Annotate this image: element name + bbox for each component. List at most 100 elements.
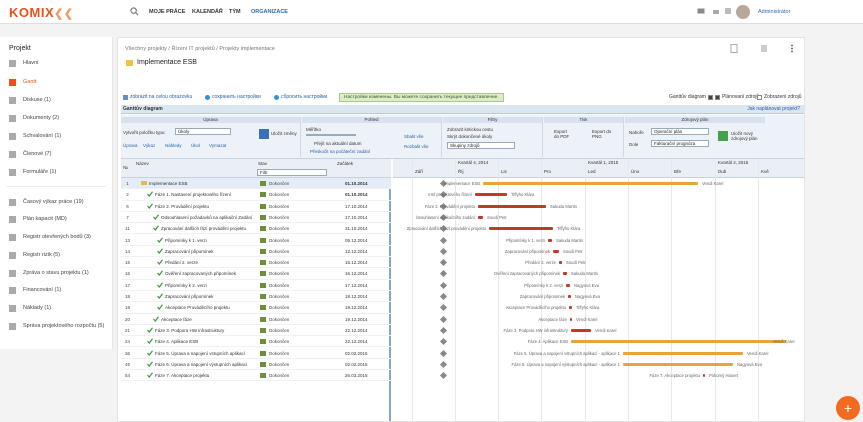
sidebar-item-5[interactable]: Členové (7) — [9, 148, 109, 160]
task-bar[interactable] — [703, 374, 705, 378]
sidebar-item-8[interactable]: Plán kapacit (MD) — [9, 213, 109, 225]
sidebar-item-6[interactable]: Formuláře (1) — [9, 166, 109, 178]
task-type-select[interactable]: Úkoly — [175, 128, 231, 135]
sidebar-item-2[interactable]: Diskuse (1) — [9, 94, 109, 106]
gantt-checkbox[interactable]: Ganttův diagram — [669, 94, 715, 100]
table-row[interactable]: 1 Implementace ESB Dokončen 01.10.2014 — [121, 178, 391, 190]
task-bar[interactable] — [570, 317, 572, 321]
sidebar-item-7[interactable]: Časový výkaz práce (19) — [9, 196, 109, 208]
delete-action[interactable]: Vymazat — [209, 143, 226, 148]
settings-icon[interactable] — [724, 7, 732, 15]
save-icon[interactable] — [259, 129, 269, 139]
task-name[interactable]: Fáze 2. Provádění projektu — [155, 204, 255, 209]
export-pdf[interactable]: Export do PDF — [554, 129, 572, 139]
task-bar[interactable] — [623, 362, 733, 366]
new-plan-button[interactable]: Uložit nový zdrojový plán — [731, 131, 761, 141]
table-row[interactable]: 2 Fáze 1. Nastavení projektového řízení Do… — [121, 189, 391, 201]
task-name[interactable]: Odsouhlasení požadavků na aplikační Zadá… — [161, 215, 255, 220]
col-name[interactable]: Název — [136, 161, 149, 166]
sidebar-item-12[interactable]: Financování (1) — [9, 284, 109, 296]
zoom-slider[interactable] — [306, 134, 356, 136]
task-bar[interactable] — [563, 272, 567, 276]
bottom-plan-select[interactable]: Fakturační prognóza — [651, 140, 709, 147]
table-row[interactable]: 7 Odsouhlasení požadavků na aplikační Zad… — [121, 212, 391, 224]
task-name[interactable]: Připomínky k 1. verzi — [165, 238, 255, 243]
table-row[interactable]: 24 Fáze 4. Aplikace ESB Dokončen 22.12.2014 — [121, 336, 391, 348]
status-filter[interactable]: Filtr — [257, 169, 327, 176]
task-name[interactable]: Předání 2. verze — [165, 260, 255, 265]
table-row[interactable]: 20 Akceptace fáze Dokončen 19.12.2014 — [121, 314, 391, 325]
resource-group-select[interactable]: Skupiny zdrojů — [447, 142, 515, 149]
task-name[interactable]: Fáze 7. Akceptace projektu — [155, 373, 255, 378]
table-row[interactable]: 13 Připomínky k 1. verzi Dokončen 05.12.201… — [121, 235, 391, 246]
task-name[interactable]: Implementace ESB — [149, 181, 255, 186]
save-changes-button[interactable]: Uložit změny — [271, 131, 299, 136]
table-row[interactable]: 18 Zapracování připomínek Dokončen 18.12.20… — [121, 291, 391, 303]
task-bar[interactable] — [478, 215, 483, 219]
sidebar-item-10[interactable]: Registr rizik (5) — [9, 249, 109, 261]
user-name[interactable]: Administrátor — [758, 9, 790, 15]
task-name[interactable]: Akceptace Prováděcího projektu — [165, 305, 255, 310]
task-name[interactable]: Připomínky k 2. verzi — [165, 283, 255, 288]
task-name[interactable]: Fáze 3. Podpora HW infrastruktury — [155, 328, 255, 333]
go-today-option[interactable]: Přejít na aktuální datum — [314, 141, 362, 146]
task-bar[interactable] — [483, 182, 698, 185]
task-bar[interactable] — [571, 328, 591, 332]
table-row[interactable]: 21 Fáze 3. Podpora HW infrastruktury Dokon… — [121, 325, 391, 337]
task-name[interactable]: Fáze 6. Úprava a napojení výstupních apl… — [155, 362, 255, 367]
task-bar[interactable] — [553, 249, 559, 253]
table-row[interactable]: 36 Fáze 5. Úprava a napojení vstupních ap… — [121, 348, 391, 359]
komix-logo[interactable]: KOMIX❮❮ — [9, 5, 74, 20]
like-icon[interactable] — [712, 7, 720, 15]
table-row[interactable]: 17 Připomínky k 2. verzi Dokončen 17.12.201… — [121, 280, 391, 291]
task-bar[interactable] — [566, 283, 570, 287]
collapse-all[interactable]: Sbalit vše — [404, 134, 424, 139]
task-bar[interactable] — [569, 306, 572, 310]
export-png[interactable]: Export do PNG — [592, 129, 612, 139]
table-row[interactable]: 19 Akceptace Prováděcího projektu Dokončen… — [121, 302, 391, 314]
task-action[interactable]: Úkol — [191, 143, 200, 148]
task-name[interactable]: Akceptace fáze — [161, 317, 255, 322]
sidebar-item-11[interactable]: Zpráva o stavu projektu (1) — [9, 267, 109, 279]
export-icon[interactable] — [760, 44, 768, 53]
nav-team[interactable]: TÝM — [229, 9, 241, 15]
table-row[interactable]: 15 Předání 2. verze Dokončen 15.12.2014 — [121, 257, 391, 269]
preview-action[interactable]: Náhledy — [165, 143, 182, 148]
task-name[interactable]: Fáze 5. Úprava a napojení vstupních apli… — [155, 351, 255, 356]
edit-action[interactable]: Úprava — [123, 143, 138, 148]
avatar[interactable] — [736, 5, 750, 19]
sidebar-item-13[interactable]: Náklady (1) — [9, 302, 109, 314]
nav-calendar[interactable]: KALENDÁŘ — [192, 9, 223, 15]
sidebar-item-14[interactable]: Správa projektového rozpočtu (5) — [9, 320, 109, 332]
table-row[interactable]: 6 Fáze 2. Provádění projektu Dokončen 17.10… — [121, 201, 391, 212]
col-status[interactable]: Stav — [258, 161, 267, 166]
reset-settings-link[interactable]: сбросить настройки — [274, 94, 327, 100]
hide-completed-filter[interactable]: Skrýt dokončené úkoly — [447, 134, 492, 139]
sidebar-item-4[interactable]: Schvalování (1) — [9, 130, 109, 142]
add-button[interactable]: + — [836, 396, 860, 420]
task-bar[interactable] — [568, 295, 571, 298]
task-bar[interactable] — [623, 351, 743, 355]
nav-organization[interactable]: ORGANIZACE — [251, 9, 288, 15]
more-icon[interactable] — [790, 44, 794, 53]
task-name[interactable]: Fáze 1. Nastavení projektového řízení — [155, 192, 255, 197]
critical-path-filter[interactable]: Zobrazit kritickou cestu — [447, 127, 493, 132]
table-row[interactable]: 45 Fáze 6. Úprava a napojení výstupních a… — [121, 359, 391, 371]
sidebar-item-9[interactable]: Registr otevřených bodů (3) — [9, 231, 109, 243]
nav-my-work[interactable]: MOJE PRÁCE — [149, 9, 185, 15]
report-action[interactable]: Výkaz — [143, 143, 155, 148]
planned-checkbox[interactable]: Plánovaní zdrojů — [713, 94, 759, 100]
task-name[interactable]: Zapracování připomínek — [165, 294, 255, 299]
table-row[interactable]: 14 Zapracování připomínek Dokončen 12.12.20… — [121, 246, 391, 258]
task-name[interactable]: Zapracování připomínek — [165, 249, 255, 254]
col-start[interactable]: Začátek — [337, 161, 353, 166]
breadcrumb[interactable]: Všechny projekty / Řízení IT projektů / … — [125, 46, 275, 52]
table-row[interactable]: 11 Zpracování dalších fází provádění proj… — [121, 223, 391, 235]
task-bar[interactable] — [548, 238, 552, 242]
sidebar-item-1[interactable]: Gantt — [9, 76, 109, 88]
new-plan-icon[interactable] — [718, 131, 728, 141]
document-icon[interactable] — [730, 44, 738, 53]
sidebar-item-0[interactable]: Hlavní — [9, 57, 109, 69]
task-bar[interactable] — [475, 193, 507, 197]
fullscreen-link[interactable]: zobrazit na celou obrazovku — [123, 94, 192, 100]
